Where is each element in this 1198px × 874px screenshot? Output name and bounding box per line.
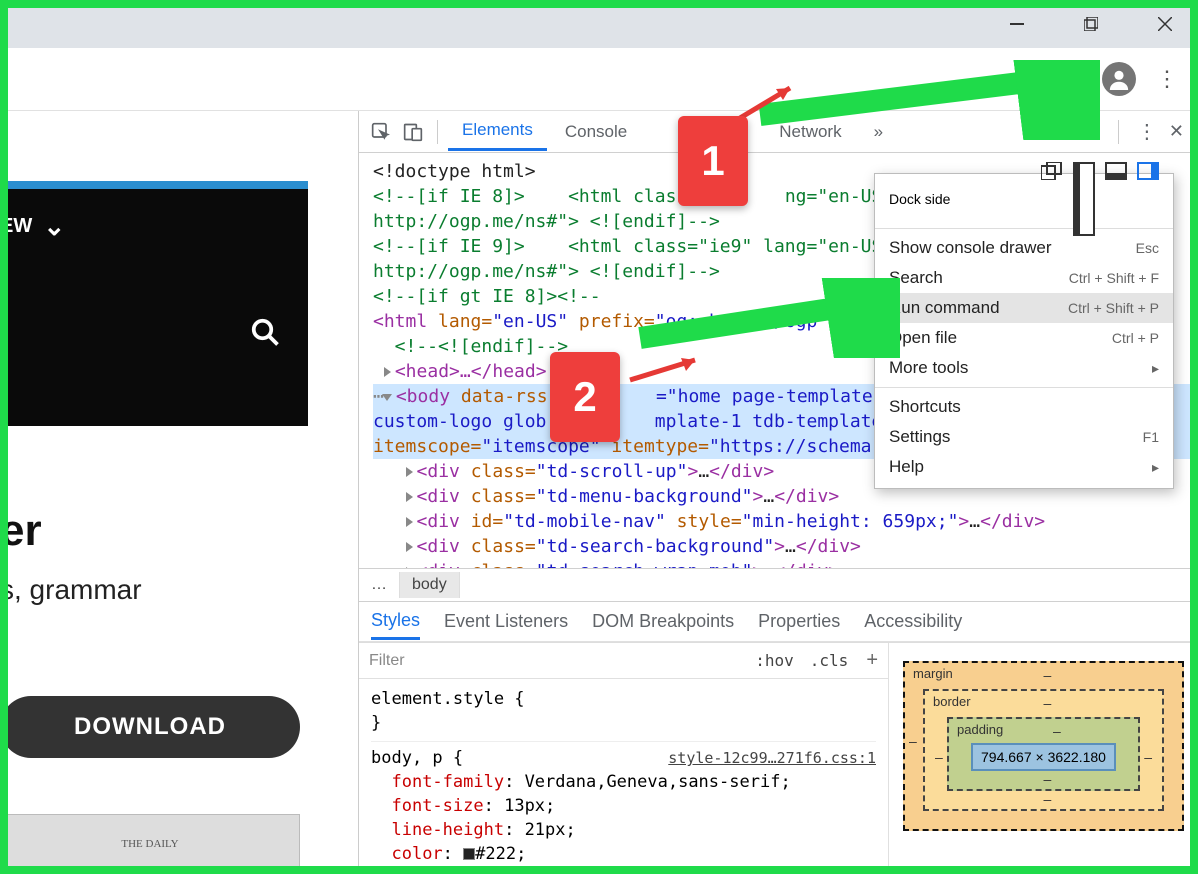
chevron-down-icon: ⌄ bbox=[43, 211, 65, 242]
tab-styles[interactable]: Styles bbox=[371, 604, 420, 640]
hov-toggle[interactable]: :hov bbox=[747, 651, 802, 670]
menu-shortcuts[interactable]: Shortcuts bbox=[875, 392, 1173, 422]
window-minimize-button[interactable] bbox=[994, 8, 1040, 40]
box-model-content: 794.667 × 3622.180 bbox=[971, 743, 1116, 771]
breadcrumb-body[interactable]: body bbox=[400, 572, 460, 598]
menu-more-tools[interactable]: More tools▸ bbox=[875, 353, 1173, 383]
tab-event-listeners[interactable]: Event Listeners bbox=[444, 605, 568, 638]
menu-show-console[interactable]: Show console drawerEsc bbox=[875, 233, 1173, 263]
dock-side-row: Dock side bbox=[875, 174, 1173, 224]
css-source-link[interactable]: style-12c99…271f6.css:1 bbox=[668, 746, 876, 770]
annotation-badge-2: 2 bbox=[550, 352, 620, 442]
breadcrumb-ellipsis[interactable]: … bbox=[359, 572, 400, 598]
inspect-element-icon[interactable] bbox=[367, 118, 395, 146]
styles-filter-input[interactable]: Filter bbox=[359, 652, 747, 670]
annotation-badge-1: 1 bbox=[678, 116, 748, 206]
dock-bottom-icon[interactable] bbox=[1105, 162, 1127, 180]
dock-left-icon[interactable] bbox=[1073, 162, 1095, 236]
menu-open-file[interactable]: Open fileCtrl + P bbox=[875, 323, 1173, 353]
tab-elements[interactable]: Elements bbox=[448, 112, 547, 151]
add-rule-button[interactable]: + bbox=[856, 649, 888, 672]
device-toggle-icon[interactable] bbox=[399, 118, 427, 146]
box-model-diagram: margin – border – padding – – – 794.667 … bbox=[888, 643, 1198, 874]
menu-settings[interactable]: SettingsF1 bbox=[875, 422, 1173, 452]
devtools-panel: Elements Console Network » 3 ⋮ ✕ <!docty… bbox=[358, 111, 1198, 874]
dock-undock-icon[interactable] bbox=[1041, 162, 1063, 236]
hero-nav-item[interactable]: EW ⌄ bbox=[0, 189, 308, 242]
cls-toggle[interactable]: .cls bbox=[802, 651, 857, 670]
devtools-menu-button[interactable]: ⋮ bbox=[1137, 119, 1157, 144]
profile-avatar-icon[interactable] bbox=[1102, 62, 1136, 96]
elements-breadcrumb[interactable]: … body bbox=[359, 568, 1198, 602]
search-icon[interactable] bbox=[250, 317, 280, 350]
window-maximize-button[interactable] bbox=[1068, 8, 1114, 40]
tab-accessibility[interactable]: Accessibility bbox=[864, 605, 962, 638]
devtools-close-button[interactable]: ✕ bbox=[1169, 121, 1184, 142]
dock-right-icon[interactable] bbox=[1137, 162, 1159, 180]
annotation-arrow-2b bbox=[620, 350, 710, 390]
menu-help[interactable]: Help▸ bbox=[875, 452, 1173, 482]
tab-dom-breakpoints[interactable]: DOM Breakpoints bbox=[592, 605, 734, 638]
styles-rules[interactable]: element.style { } style-12c99…271f6.css:… bbox=[359, 679, 888, 874]
tab-properties[interactable]: Properties bbox=[758, 605, 840, 638]
menu-search[interactable]: SearchCtrl + Shift + F bbox=[875, 263, 1173, 293]
styles-tab-bar: Styles Event Listeners DOM Breakpoints P… bbox=[359, 602, 1198, 642]
hero-banner: EW ⌄ bbox=[0, 181, 308, 426]
window-close-button[interactable] bbox=[1142, 8, 1188, 40]
tab-console[interactable]: Console bbox=[551, 114, 641, 150]
page-content: EW ⌄ er s, grammar DOWNLOAD THE DAILY bbox=[0, 111, 358, 874]
window-titlebar bbox=[0, 0, 1198, 48]
styles-filter-row: Filter :hov .cls + bbox=[359, 643, 888, 679]
annotation-arrow-2 bbox=[620, 278, 900, 358]
image-thumbnail: THE DAILY bbox=[0, 814, 300, 874]
download-button[interactable]: DOWNLOAD bbox=[0, 696, 300, 758]
devtools-context-menu: Dock side Show console drawerEsc SearchC… bbox=[874, 173, 1174, 489]
page-subheading: s, grammar bbox=[0, 574, 328, 606]
browser-menu-button[interactable]: ⋮ bbox=[1150, 66, 1184, 92]
page-heading: er bbox=[0, 506, 328, 556]
menu-run-command[interactable]: Run commandCtrl + Shift + P bbox=[875, 293, 1173, 323]
